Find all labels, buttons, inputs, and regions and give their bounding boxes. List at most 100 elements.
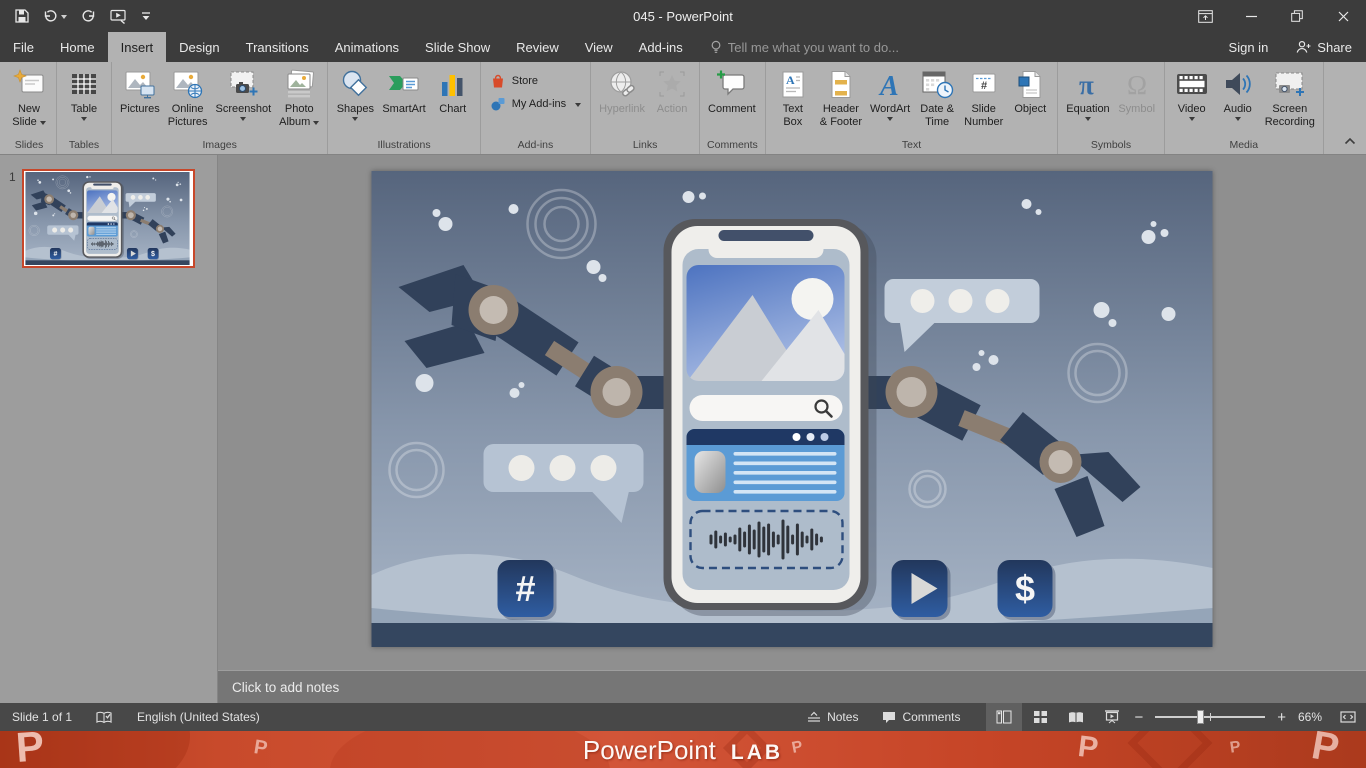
online-pictures-icon	[172, 67, 204, 101]
slide-thumbnail-art	[25, 172, 190, 265]
zoom-in-button[interactable]: +	[1273, 709, 1290, 726]
zoom-slider[interactable]	[1155, 710, 1266, 724]
banner-letter: P	[1076, 731, 1101, 766]
status-bar: Slide 1 of 1 English (United States) Not…	[0, 703, 1366, 731]
group-label-addins: Add-ins	[517, 139, 554, 151]
collapse-ribbon-button[interactable]	[1344, 132, 1356, 150]
start-slideshow-button[interactable]	[103, 3, 134, 29]
table-icon	[69, 67, 99, 101]
text-box-button[interactable]: A Text Box	[770, 65, 816, 129]
hashtag-tile: #	[497, 560, 557, 620]
store-button[interactable]: Store	[485, 71, 543, 91]
tab-insert[interactable]: Insert	[107, 32, 167, 62]
repeat-button[interactable]	[74, 3, 103, 29]
ribbon-group-slides: New Slide Slides	[2, 62, 57, 154]
hyperlink-icon	[606, 67, 638, 101]
slide-thumbnail[interactable]	[21, 169, 195, 268]
tell-me-box[interactable]: Tell me what you want to do...	[710, 32, 899, 62]
tab-slide-show[interactable]: Slide Show	[412, 32, 503, 62]
restore-button[interactable]	[1274, 0, 1320, 32]
tab-transitions[interactable]: Transitions	[233, 32, 322, 62]
tab-add-ins[interactable]: Add-ins	[626, 32, 696, 62]
sign-in-link[interactable]: Sign in	[1229, 40, 1269, 55]
tab-view[interactable]: View	[572, 32, 626, 62]
ribbon-group-images: Pictures Online Pictures Screenshot Photo…	[112, 62, 329, 154]
chart-button[interactable]: Chart	[430, 65, 476, 116]
slideshow-icon	[110, 9, 126, 24]
minimize-button[interactable]	[1228, 0, 1274, 32]
wordart-button[interactable]: A WordArt	[866, 65, 914, 123]
ribbon-group-text: A Text Box Header & Footer A WordArt Dat…	[766, 62, 1059, 154]
customize-caret-icon	[142, 11, 150, 20]
group-label-text: Text	[901, 139, 922, 151]
action-button[interactable]: Action	[649, 65, 695, 116]
view-reading-button[interactable]	[1058, 703, 1094, 731]
svg-text:Ω: Ω	[1127, 70, 1147, 100]
comment-button[interactable]: Comment	[704, 65, 760, 116]
spell-check-button[interactable]	[84, 703, 125, 731]
save-button[interactable]	[8, 3, 36, 29]
hashtag-glyph: #	[515, 568, 535, 609]
hyperlink-button[interactable]: Hyperlink	[595, 65, 649, 116]
tab-animations[interactable]: Animations	[322, 32, 412, 62]
my-addins-button[interactable]: My Add-ins	[485, 94, 586, 114]
photo-album-button[interactable]: Photo Album	[275, 65, 323, 129]
my-addins-icon	[491, 98, 505, 111]
smartart-button[interactable]: SmartArt	[378, 65, 429, 116]
screen-recording-button[interactable]: Screen Recording	[1261, 65, 1319, 129]
notes-toggle[interactable]: Notes	[795, 703, 870, 731]
screenshot-button[interactable]: Screenshot	[212, 65, 276, 123]
video-button[interactable]: Video	[1169, 65, 1215, 123]
view-slideshow-button[interactable]	[1094, 703, 1130, 731]
notes-pane[interactable]: Click to add notes	[218, 670, 1366, 703]
screen-recording-icon	[1274, 67, 1306, 101]
header-footer-icon	[826, 67, 856, 101]
tab-file[interactable]: File	[0, 32, 47, 62]
shapes-icon	[338, 67, 372, 101]
zoom-level[interactable]: 66%	[1290, 710, 1330, 724]
ribbon-group-symbols: π Equation Ω Symbol Symbols	[1058, 62, 1165, 154]
close-button[interactable]	[1320, 0, 1366, 32]
comments-toggle[interactable]: Comments	[870, 703, 972, 731]
footer-banner: P P P P P P PowerPoint LAB	[0, 731, 1366, 768]
phone-notch	[718, 230, 814, 241]
dropdown-caret	[80, 117, 87, 124]
view-slide-sorter-button[interactable]	[1022, 703, 1058, 731]
online-pictures-button[interactable]: Online Pictures	[164, 65, 212, 129]
group-label-symbols: Symbols	[1090, 139, 1132, 151]
slide-thumbnail-panel: 1	[0, 155, 218, 703]
new-slide-button[interactable]: New Slide	[6, 65, 52, 129]
symbol-button[interactable]: Ω Symbol	[1114, 65, 1160, 116]
group-label-slides: Slides	[14, 139, 44, 151]
audio-button[interactable]: Audio	[1215, 65, 1261, 123]
svg-text:A: A	[878, 71, 899, 100]
fit-slide-to-window-button[interactable]	[1330, 703, 1366, 731]
slide-number-button[interactable]: # Slide Number	[960, 65, 1007, 129]
language-indicator[interactable]: English (United States)	[125, 703, 272, 731]
zoom-out-button[interactable]: −	[1130, 709, 1147, 726]
shapes-button[interactable]: Shapes	[332, 65, 378, 123]
dropdown-caret	[240, 117, 247, 124]
dropdown-caret	[1084, 117, 1091, 124]
tab-design[interactable]: Design	[166, 32, 232, 62]
play-tile	[891, 560, 951, 620]
photo-album-icon	[282, 67, 316, 101]
share-button[interactable]: Share	[1296, 40, 1352, 55]
equation-button[interactable]: π Equation	[1062, 65, 1113, 123]
banner-title: PowerPoint LAB	[583, 735, 783, 766]
undo-button[interactable]	[36, 3, 74, 29]
table-button[interactable]: Table	[61, 65, 107, 123]
header-footer-button[interactable]: Header & Footer	[816, 65, 866, 129]
ribbon-display-options-button[interactable]	[1182, 0, 1228, 32]
slide-canvas[interactable]: # $	[371, 171, 1213, 647]
pictures-button[interactable]: Pictures	[116, 65, 164, 116]
tab-home[interactable]: Home	[47, 32, 108, 62]
date-time-button[interactable]: Date & Time	[914, 65, 960, 129]
ribbon-display-icon	[1197, 9, 1213, 23]
zoom-slider-thumb[interactable]	[1197, 710, 1205, 724]
tab-review[interactable]: Review	[503, 32, 572, 62]
object-button[interactable]: Object	[1007, 65, 1053, 116]
customize-qat-button[interactable]	[134, 3, 158, 29]
group-label-comments: Comments	[707, 139, 758, 151]
view-normal-button[interactable]	[986, 703, 1023, 731]
